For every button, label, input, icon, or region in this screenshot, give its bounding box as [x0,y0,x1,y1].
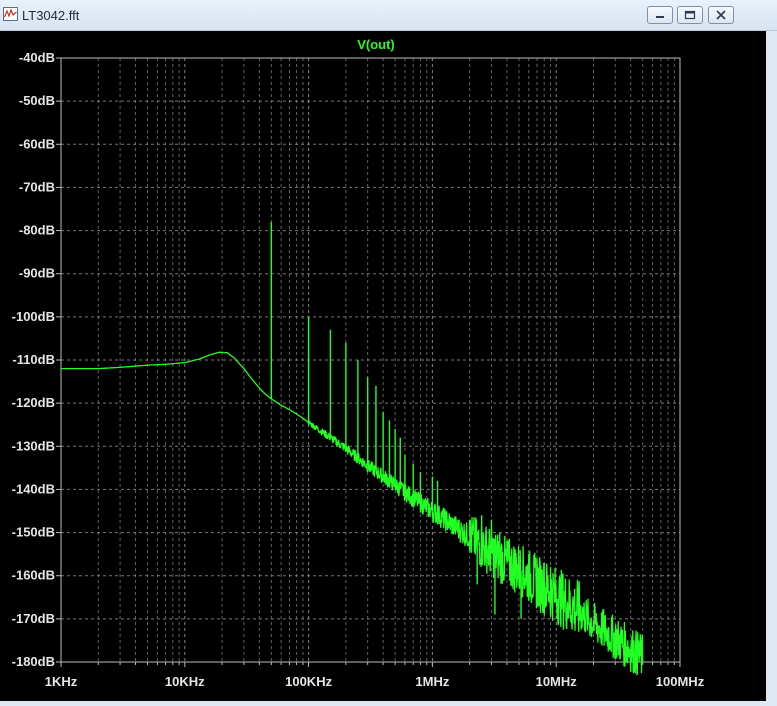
x-tick-label: 10MHz [536,674,578,689]
x-tick-label: 100KHz [285,674,332,689]
grid [61,58,680,662]
y-tick-label: -60dB [19,136,55,151]
minimize-button[interactable] [647,6,673,24]
close-button[interactable] [708,6,734,24]
x-tick-label: 10KHz [165,674,205,689]
y-tick-label: -40dB [19,50,55,65]
title-bar[interactable]: LT3042.fft [0,0,777,31]
chart-title: V(out) [357,37,395,52]
x-tick-label: 1KHz [45,674,78,689]
y-tick-label: -70dB [19,179,55,194]
y-tick-label: -170dB [12,611,55,626]
close-icon [716,10,726,20]
app-window: LT3042.fft V(out) -40dB -50dB -60dB -70dB -8… [0,0,777,704]
trace-line-v-out [60,351,644,676]
x-tick-label: 1MHz [415,674,449,689]
y-tick-label: -150dB [12,525,55,540]
y-tick-label: -160dB [12,568,55,583]
y-tick-label: -130dB [12,438,55,453]
y-tick-label: -120dB [12,395,55,410]
plot-area[interactable]: V(out) -40dB -50dB -60dB -70dB -80dB -90dB -10… [0,31,766,701]
y-tick-label: -180dB [12,654,55,669]
trace-layer [60,221,644,676]
maximize-icon [684,10,696,20]
window-frame-right [766,31,777,704]
y-tick-label: -80dB [19,223,55,238]
window-title: LT3042.fft [22,8,80,23]
maximize-button[interactable] [677,6,703,24]
minimize-icon [656,16,664,18]
x-tick-label: 100MHz [656,674,705,689]
y-tick-label: -140dB [12,481,55,496]
y-tick-label: -50dB [19,93,55,108]
y-tick-label: -100dB [12,309,55,324]
waveform-app-icon [3,7,18,21]
fft-chart[interactable]: V(out) -40dB -50dB -60dB -70dB -80dB -90dB -10… [0,31,766,701]
y-tick-label: -110dB [12,352,55,367]
y-tick-label: -90dB [19,266,55,281]
